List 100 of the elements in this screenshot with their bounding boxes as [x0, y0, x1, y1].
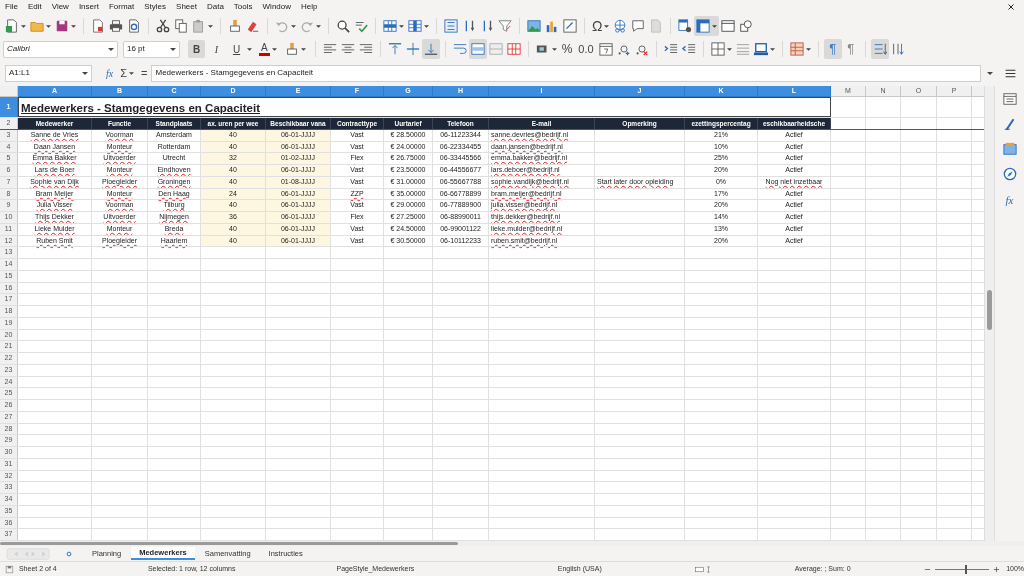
spellcheck-icon[interactable] — [354, 19, 368, 33]
page-preview-icon[interactable] — [127, 19, 141, 33]
document-icon[interactable] — [91, 19, 105, 33]
font-size-field[interactable]: 16 pt — [123, 40, 180, 58]
format-toggle[interactable]: I — [208, 40, 225, 58]
menu-item[interactable]: View — [51, 1, 69, 13]
freeze-panes-icon[interactable] — [696, 19, 711, 33]
caret-icon[interactable] — [247, 47, 252, 51]
caret-icon[interactable] — [129, 71, 135, 75]
menu-item[interactable]: Help — [301, 1, 318, 13]
caret-icon[interactable] — [712, 24, 718, 28]
caret-icon[interactable] — [82, 71, 88, 75]
caret-icon[interactable] — [316, 24, 321, 28]
menu-item[interactable]: Data — [206, 1, 224, 13]
formula-button[interactable]: = — [141, 64, 148, 82]
caret-icon[interactable] — [300, 47, 306, 51]
borders-icon[interactable] — [710, 42, 725, 56]
functions-button[interactable]: fx — [1005, 192, 1014, 209]
caret-icon[interactable] — [46, 24, 51, 28]
shapes-icon[interactable] — [739, 19, 754, 33]
caret-icon[interactable] — [71, 24, 76, 28]
clipboard-icon[interactable] — [192, 19, 206, 33]
table-icon[interactable] — [678, 19, 693, 33]
split-cells-icon[interactable] — [506, 42, 521, 56]
sum-button[interactable]: Σ — [120, 64, 128, 82]
menu-item[interactable]: Styles — [144, 1, 167, 13]
caret-icon[interactable] — [805, 47, 811, 51]
document-status-icon — [5, 564, 14, 574]
border-color-icon[interactable] — [753, 42, 768, 56]
symbol-button[interactable]: Ω — [592, 19, 603, 33]
align-middle-icon[interactable] — [405, 42, 420, 56]
unmerge-cells-icon[interactable] — [488, 42, 503, 56]
toggle-button[interactable] — [694, 16, 720, 36]
caret-icon[interactable] — [208, 24, 213, 28]
add-decimal-icon[interactable] — [616, 42, 631, 56]
zoom-slider-thumb[interactable] — [964, 564, 967, 574]
font-name-field[interactable]: Calibri — [3, 40, 118, 58]
brush-icon[interactable] — [1002, 117, 1017, 131]
table-rows-icon[interactable] — [383, 19, 397, 33]
window-icon[interactable] — [721, 19, 736, 33]
align-right-icon[interactable] — [358, 42, 373, 56]
caret-icon[interactable] — [271, 47, 277, 51]
caret-icon[interactable] — [399, 24, 404, 28]
wrap-text-icon[interactable] — [452, 42, 467, 56]
caret-icon[interactable] — [291, 24, 296, 28]
highlighter-icon[interactable] — [284, 42, 299, 56]
copy-icon[interactable] — [174, 19, 188, 33]
delete-decimal-icon[interactable] — [634, 42, 649, 56]
menu-item[interactable]: File — [5, 1, 18, 13]
format-toggle[interactable]: U — [228, 40, 245, 58]
printer-icon[interactable] — [109, 19, 123, 33]
caret-icon[interactable] — [108, 47, 114, 51]
caret-icon[interactable] — [551, 47, 557, 51]
scrollbar-thumb[interactable] — [987, 290, 992, 330]
align-center-icon[interactable] — [340, 42, 355, 56]
search-icon[interactable] — [336, 19, 350, 33]
font-color-button[interactable]: A — [259, 42, 270, 56]
zoom-in-icon[interactable] — [993, 565, 1001, 573]
text-lines-icon[interactable] — [890, 42, 905, 56]
scrollbar-thumb[interactable] — [0, 542, 458, 545]
caret-icon[interactable] — [170, 47, 176, 51]
caret-icon[interactable] — [769, 47, 775, 51]
comment-icon[interactable] — [631, 19, 646, 33]
percent-button[interactable]: % — [558, 40, 576, 58]
menu-item[interactable]: Window — [262, 1, 291, 13]
caret-icon[interactable] — [21, 24, 26, 28]
menu-item[interactable]: Insert — [78, 1, 99, 13]
paintbrush-icon[interactable] — [228, 19, 242, 33]
properties-icon[interactable] — [1002, 92, 1017, 106]
menu-item[interactable]: Sheet — [176, 1, 197, 13]
table-columns-icon[interactable] — [408, 19, 422, 33]
caret-icon[interactable] — [424, 24, 429, 28]
close-icon[interactable] — [1007, 3, 1015, 11]
image-icon[interactable] — [527, 19, 541, 33]
menu-item[interactable]: Tools — [233, 1, 253, 13]
format-toggle[interactable]: B — [188, 40, 205, 58]
globe-icon[interactable] — [613, 19, 628, 33]
navigator-icon[interactable] — [1002, 167, 1017, 181]
eraser-icon[interactable] — [246, 19, 260, 33]
caret-icon[interactable] — [987, 71, 994, 75]
name-box[interactable]: A1:L1 — [5, 64, 92, 82]
bar-chart-icon[interactable] — [545, 19, 559, 33]
new-spreadsheet-icon[interactable] — [5, 19, 19, 33]
caret-icon[interactable] — [726, 47, 732, 51]
caret-icon[interactable] — [604, 24, 610, 28]
sort-icon[interactable] — [444, 19, 458, 33]
conditional-format-icon[interactable] — [789, 42, 804, 56]
outdent-icon[interactable] — [681, 42, 696, 56]
gallery-icon[interactable] — [1002, 142, 1017, 156]
filter-icon[interactable] — [498, 19, 512, 33]
menu-item[interactable]: Edit — [27, 1, 42, 13]
menu-item[interactable]: Format — [108, 1, 135, 13]
scissors-icon[interactable] — [156, 19, 170, 33]
align-left-icon[interactable] — [322, 42, 337, 56]
formula-input[interactable]: Medewerkers - Stamgegevens en Capaciteit — [151, 64, 982, 82]
calendar-icon[interactable] — [598, 42, 613, 56]
function-wizard-button[interactable]: fx — [106, 65, 114, 81]
number-format-button[interactable]: 0.0 — [575, 40, 597, 58]
indent-icon[interactable] — [663, 42, 678, 56]
align-top-icon[interactable] — [387, 42, 402, 56]
